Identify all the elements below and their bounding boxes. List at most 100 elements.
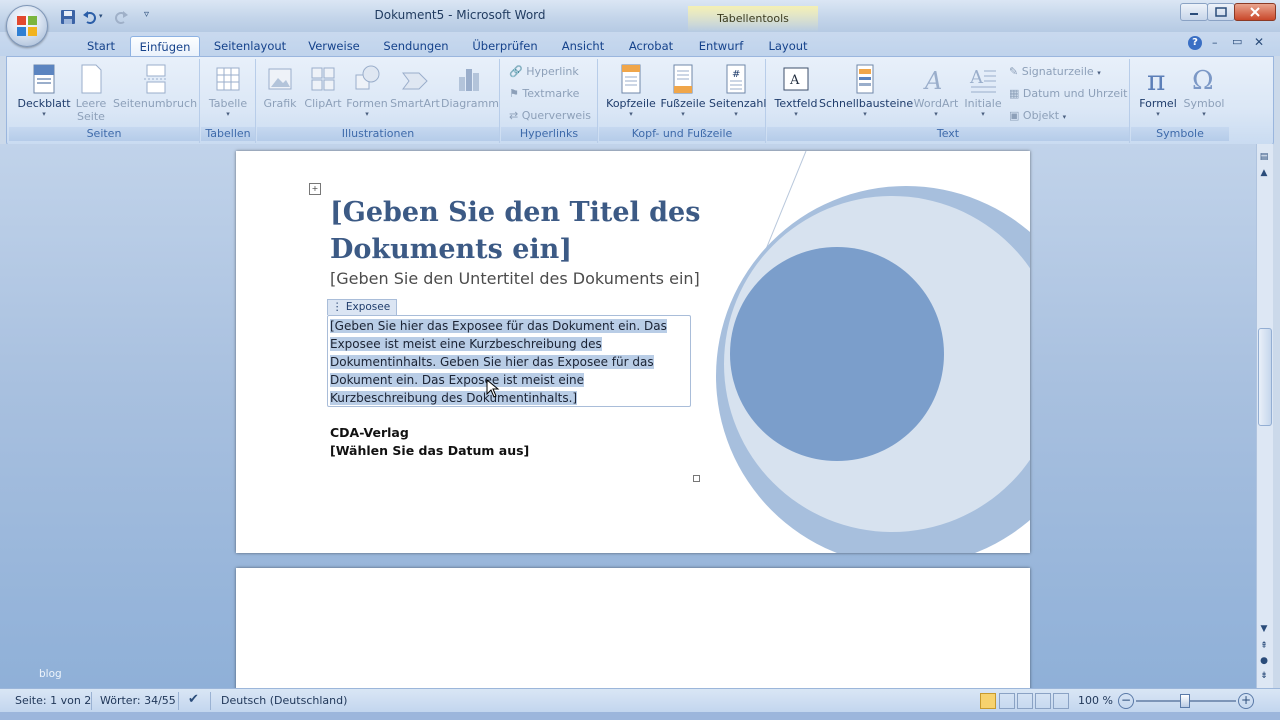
save-icon[interactable] xyxy=(60,9,76,25)
abstract-line: Kurzbeschreibung des Dokumentinhalts.] xyxy=(330,391,578,405)
initiale-dropdown-icon: ▾ xyxy=(981,110,985,118)
web-layout-icon[interactable] xyxy=(1017,693,1033,709)
ribbon-close-icon[interactable]: ✕ xyxy=(1254,35,1264,49)
ruler-toggle-icon[interactable]: ▤ xyxy=(1257,150,1271,164)
tab-entwurf[interactable]: Entwurf xyxy=(692,36,750,56)
content-control-tag-label: Exposee xyxy=(345,301,391,313)
textbox-icon: A xyxy=(783,67,809,91)
close-button[interactable] xyxy=(1234,3,1276,21)
ribbon-minimize-icon[interactable]: – xyxy=(1212,36,1218,49)
tab-start[interactable]: Start xyxy=(78,36,124,56)
objekt-button[interactable]: ▣ Objekt ▾ xyxy=(1007,106,1066,126)
objekt-dropdown-icon: ▾ xyxy=(1062,113,1067,121)
deckblatt-button[interactable]: Deckblatt ▾ xyxy=(13,63,75,125)
office-logo-icon xyxy=(17,16,37,36)
tab-ueberpruefen[interactable]: Überprüfen xyxy=(466,36,544,56)
next-page-icon[interactable]: ⇟ xyxy=(1257,669,1271,683)
zoom-in-icon[interactable]: + xyxy=(1238,693,1254,709)
textmarke-label: Textmarke xyxy=(522,87,580,100)
tab-einfuegen[interactable]: Einfügen xyxy=(130,36,200,57)
datum-uhrzeit-button[interactable]: ▦ Datum und Uhrzeit xyxy=(1007,84,1128,104)
outline-view-icon[interactable] xyxy=(1035,693,1051,709)
zoom-level[interactable]: 100 % xyxy=(1078,694,1113,707)
schnellbausteine-button[interactable]: Schnellbausteine ▾ xyxy=(819,63,913,125)
seitenzahl-button[interactable]: # Seitenzahl ▾ xyxy=(709,63,766,125)
deckblatt-dropdown-icon: ▾ xyxy=(42,110,46,118)
content-control-tag[interactable]: ⋮ Exposee xyxy=(327,299,398,315)
seitenumbruch-label: Seitenumbruch xyxy=(113,97,198,110)
scroll-up-icon[interactable]: ▲ xyxy=(1257,166,1271,180)
tab-seitenlayout[interactable]: Seitenlayout xyxy=(210,36,290,56)
date-placeholder[interactable]: [Wählen Sie das Datum aus] xyxy=(330,443,529,458)
zoom-slider-thumb[interactable] xyxy=(1180,694,1190,708)
word-count[interactable]: Wörter: 34/55 xyxy=(100,694,176,707)
querverweis-button[interactable]: ⇄ Querverweis xyxy=(507,106,591,126)
tab-sendungen[interactable]: Sendungen xyxy=(378,36,454,56)
language-indicator[interactable]: Deutsch (Deutschland) xyxy=(221,694,347,707)
initiale-button[interactable]: A Initiale ▾ xyxy=(961,63,1005,125)
svg-text:Ω: Ω xyxy=(1192,66,1214,95)
group-illustrationen: Grafik ClipArt Formen ▾ SmartArt Diagram… xyxy=(257,59,500,143)
ribbon-restore-icon[interactable]: ▭ xyxy=(1232,35,1242,48)
page-indicator[interactable]: Seite: 1 von 2 xyxy=(15,694,91,707)
signaturzeile-button[interactable]: ✎ Signaturzeile ▾ xyxy=(1007,62,1101,82)
scrollbar-thumb[interactable] xyxy=(1258,328,1272,426)
tabelle-button[interactable]: Tabelle ▾ xyxy=(203,63,253,125)
diagramm-button[interactable]: Diagramm xyxy=(441,63,499,125)
document-page-1[interactable]: + [Geben Sie den Titel des Dokuments ein… xyxy=(236,151,1030,553)
textmarke-button[interactable]: ⚑ Textmarke xyxy=(507,84,579,104)
hyperlink-icon: 🔗 xyxy=(509,65,523,78)
kopfzeile-button[interactable]: Kopfzeile ▾ xyxy=(605,63,657,125)
office-button[interactable] xyxy=(6,5,48,47)
tab-verweise[interactable]: Verweise xyxy=(302,36,366,56)
document-subtitle-placeholder[interactable]: [Geben Sie den Untertitel des Dokuments … xyxy=(330,269,750,288)
customize-quick-access-icon[interactable]: ▿ xyxy=(144,9,149,20)
undo-icon[interactable] xyxy=(82,9,98,25)
page-break-icon xyxy=(144,64,166,94)
draft-view-icon[interactable] xyxy=(1053,693,1069,709)
group-hyperlinks: 🔗 Hyperlink ⚑ Textmarke ⇄ Querverweis Hy… xyxy=(501,59,598,143)
grafik-button[interactable]: Grafik xyxy=(259,63,301,125)
fusszeile-button[interactable]: Fußzeile ▾ xyxy=(657,63,709,125)
hyperlink-button[interactable]: 🔗 Hyperlink xyxy=(507,62,579,82)
company-name[interactable]: CDA-Verlag xyxy=(330,425,409,440)
full-screen-reading-icon[interactable] xyxy=(999,693,1015,709)
scroll-down-icon[interactable]: ▼ xyxy=(1257,622,1271,636)
browse-object-icon[interactable]: ● xyxy=(1257,654,1271,668)
document-page-2[interactable] xyxy=(236,568,1030,688)
resize-handle[interactable] xyxy=(693,475,700,482)
tab-ansicht[interactable]: Ansicht xyxy=(556,36,610,56)
formen-button[interactable]: Formen ▾ xyxy=(345,63,389,125)
help-icon[interactable]: ? xyxy=(1188,36,1202,50)
clipart-button[interactable]: ClipArt xyxy=(301,63,345,125)
redo-icon[interactable] xyxy=(113,9,129,25)
signature-icon: ✎ xyxy=(1009,65,1019,78)
textfeld-label: Textfeld xyxy=(774,97,818,110)
table-move-handle-icon[interactable]: + xyxy=(309,183,321,195)
formel-label: Formel xyxy=(1139,97,1177,110)
textfeld-button[interactable]: A Textfeld ▾ xyxy=(771,63,821,125)
minimize-button[interactable] xyxy=(1180,3,1208,21)
document-title-placeholder[interactable]: [Geben Sie den Titel des Dokuments ein] xyxy=(330,194,750,268)
bookmark-icon: ⚑ xyxy=(509,87,519,100)
zoom-out-icon[interactable]: − xyxy=(1118,693,1134,709)
tab-acrobat[interactable]: Acrobat xyxy=(622,36,680,56)
group-kopf-fusszeile: Kopfzeile ▾ Fußzeile ▾ # Seitenzahl ▾ Ko… xyxy=(599,59,766,143)
wordart-label: WordArt xyxy=(913,97,959,110)
seitenumbruch-button[interactable]: Seitenumbruch xyxy=(113,63,197,125)
previous-page-icon[interactable]: ⇞ xyxy=(1257,639,1271,653)
wordart-button[interactable]: A WordArt ▾ xyxy=(913,63,959,125)
abstract-text[interactable]: [Geben Sie hier das Exposee für das Doku… xyxy=(330,317,680,407)
header-icon xyxy=(621,64,641,94)
print-layout-view-icon[interactable] xyxy=(980,693,996,709)
proofing-icon[interactable]: ✔ xyxy=(188,692,199,707)
maximize-button[interactable] xyxy=(1207,3,1235,21)
leere-seite-button[interactable]: Leere Seite xyxy=(73,63,109,125)
schnellbausteine-dropdown-icon: ▾ xyxy=(863,110,867,118)
smartart-button[interactable]: SmartArt xyxy=(389,63,441,125)
symbol-button[interactable]: Ω Symbol ▾ xyxy=(1181,63,1227,125)
undo-dropdown-icon[interactable]: ▾ xyxy=(99,12,103,20)
grafik-label: Grafik xyxy=(263,97,297,110)
formel-button[interactable]: π Formel ▾ xyxy=(1133,63,1183,125)
tab-layout[interactable]: Layout xyxy=(762,36,814,56)
